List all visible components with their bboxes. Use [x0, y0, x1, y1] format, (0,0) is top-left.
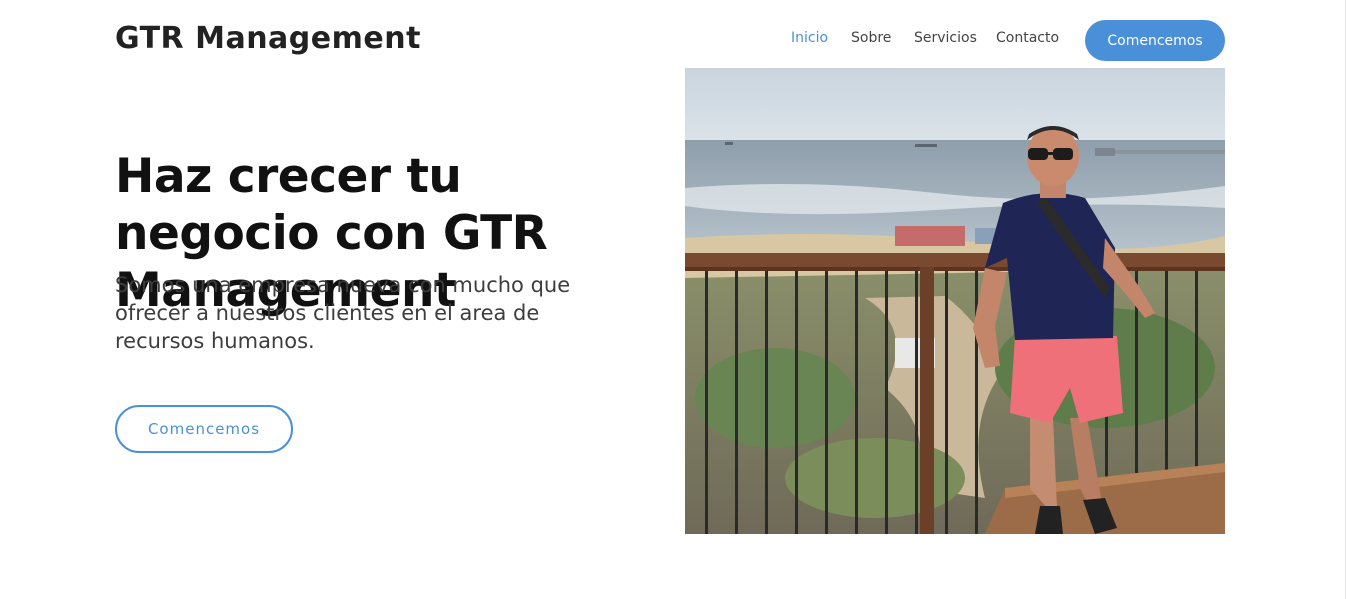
- nav-link-servicios[interactable]: Servicios: [914, 30, 977, 46]
- page-edge: [1345, 0, 1346, 599]
- brand-logo-text[interactable]: GTR Management: [115, 21, 421, 56]
- nav-link-inicio[interactable]: Inicio: [791, 30, 828, 46]
- hero-subtitle: Somos una empresa nueva con mucho que of…: [115, 273, 571, 353]
- landing-page: GTR Management Inicio Sobre Servicios Co…: [0, 0, 1347, 599]
- hero-photo: [685, 68, 1225, 534]
- hero-photo-illustration: [685, 68, 1225, 534]
- header-cta-button[interactable]: Comencemos: [1085, 20, 1225, 61]
- nav-link-contacto[interactable]: Contacto: [996, 30, 1059, 46]
- nav-link-sobre[interactable]: Sobre: [851, 30, 891, 46]
- hero-cta-button[interactable]: Comencemos: [115, 405, 293, 453]
